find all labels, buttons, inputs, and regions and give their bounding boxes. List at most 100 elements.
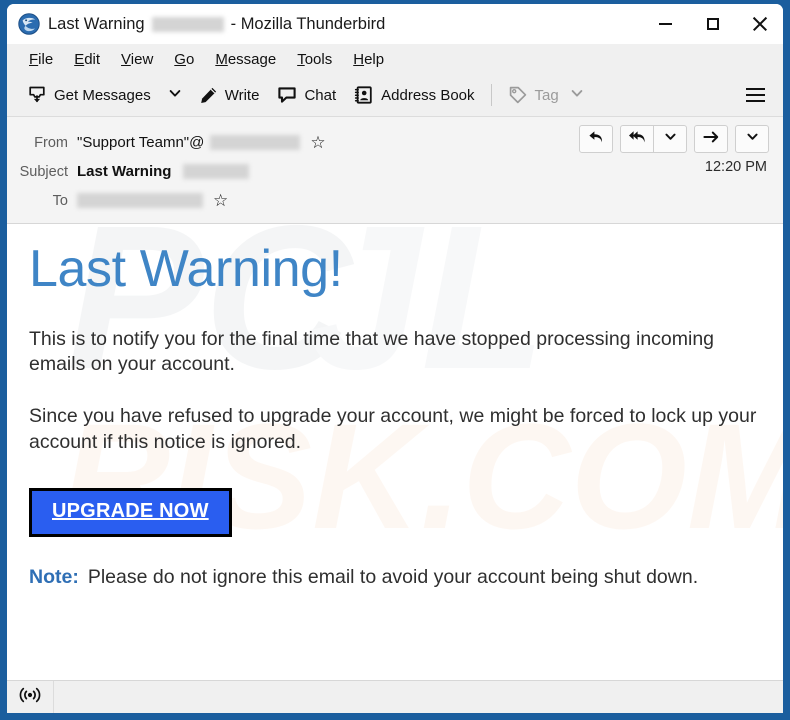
subject-label: Subject	[19, 163, 68, 180]
close-button[interactable]	[736, 4, 783, 44]
message-action-buttons	[579, 125, 769, 153]
window-title-redacted-text	[151, 16, 224, 32]
minimize-button[interactable]	[642, 4, 689, 44]
broadcast-connection-icon	[19, 686, 41, 709]
chevron-down-icon	[664, 130, 677, 148]
menu-label-rest: o	[185, 50, 195, 68]
menu-accesskey: V	[121, 50, 131, 68]
menu-item-view[interactable]: View	[111, 48, 163, 71]
menu-item-go[interactable]: Go	[164, 48, 204, 71]
from-value: "Support Teamn"@ ☆	[77, 134, 326, 151]
hamburger-menu-icon	[746, 100, 765, 103]
hamburger-menu-icon	[746, 93, 765, 97]
write-label: Write	[224, 86, 260, 104]
email-paragraph-2: Since you have refused to upgrade your a…	[29, 405, 757, 453]
menu-accesskey: F	[29, 50, 39, 68]
address-book-icon	[354, 85, 374, 105]
reply-icon	[587, 128, 605, 151]
window-title-prefix: Last Warning	[48, 14, 145, 33]
note-text: Please do not ignore this email to avoid…	[87, 565, 699, 588]
connection-status-button[interactable]	[7, 681, 54, 713]
subject-text: Last Warning	[77, 163, 172, 180]
message-header-to-row: To ☆	[7, 186, 783, 215]
upgrade-now-button[interactable]: UPGRADE NOW	[29, 487, 232, 537]
menu-item-tools[interactable]: Tools	[287, 48, 342, 71]
to-redacted-address	[77, 193, 203, 208]
maximize-button[interactable]	[689, 4, 736, 44]
window-title-suffix: - Mozilla Thunderbird	[230, 14, 386, 33]
speech-bubble-icon	[277, 85, 297, 105]
get-messages-label: Get Messages	[54, 86, 151, 104]
message-header-subject-row: Subject Last Warning	[7, 157, 783, 186]
hamburger-menu-icon	[746, 87, 765, 90]
window-controls	[642, 4, 783, 44]
to-value: ☆	[77, 192, 228, 209]
status-bar	[7, 680, 783, 713]
toolbar-separator	[490, 84, 492, 106]
thunderbird-window: Last Warning - Mozilla Thunderbird File	[0, 0, 790, 720]
message-timestamp: 12:20 PM	[704, 159, 767, 175]
get-messages-dropdown-button[interactable]	[161, 81, 189, 110]
app-menu-button[interactable]	[738, 81, 773, 110]
menu-label-rest: dit	[84, 50, 101, 68]
inbox-download-icon	[27, 85, 47, 105]
forward-arrow-icon	[702, 128, 720, 151]
title-bar: Last Warning - Mozilla Thunderbird	[7, 4, 783, 44]
address-book-label: Address Book	[381, 86, 475, 104]
menu-accesskey: H	[353, 50, 365, 68]
reply-all-group	[620, 125, 687, 153]
message-body-pane: PC JL RISK.COM Last Warning! This is to …	[7, 224, 783, 680]
star-outline-icon[interactable]: ☆	[213, 192, 228, 209]
minimize-icon	[659, 23, 672, 25]
message-header-pane: From "Support Teamn"@ ☆ Subject Last War…	[7, 117, 783, 224]
menu-accesskey: G	[174, 50, 186, 68]
thunderbird-logo-icon	[18, 13, 40, 35]
menu-label-rest: iew	[130, 50, 154, 68]
tag-label: Tag	[534, 86, 559, 104]
email-note-line: Note: Please do not ignore this email to …	[29, 565, 761, 590]
get-messages-button[interactable]: Get Messages	[19, 80, 159, 110]
email-paragraph-1: This is to notify you for the final time…	[29, 327, 715, 376]
reply-button[interactable]	[579, 125, 613, 153]
window-title: Last Warning - Mozilla Thunderbird	[48, 15, 385, 34]
menu-item-file[interactable]: File	[19, 48, 63, 71]
title-bar-left: Last Warning - Mozilla Thunderbird	[7, 13, 642, 35]
upgrade-now-label: UPGRADE NOW	[52, 499, 209, 522]
star-outline-icon[interactable]: ☆	[310, 134, 325, 151]
write-button[interactable]: Write	[191, 81, 268, 110]
menu-label-rest: elp	[364, 50, 385, 68]
to-label: To	[52, 192, 68, 209]
main-toolbar: Get Messages Write Chat Address Book Tag	[7, 74, 783, 117]
menu-accesskey: E	[74, 50, 85, 68]
chevron-down-icon	[746, 130, 759, 148]
tag-icon	[508, 85, 528, 105]
more-actions-dropdown-button[interactable]	[735, 125, 769, 153]
subject-redacted-text	[183, 164, 250, 179]
menu-bar: File Edit View Go Message Tools Help	[7, 44, 783, 74]
menu-item-message[interactable]: Message	[205, 48, 286, 71]
reply-all-icon	[628, 128, 647, 151]
menu-item-edit[interactable]: Edit	[64, 48, 110, 71]
menu-accesskey: M	[215, 50, 228, 68]
forward-button[interactable]	[694, 125, 728, 153]
maximize-icon	[706, 18, 719, 30]
menu-accesskey: T	[297, 50, 305, 68]
chat-label: Chat	[304, 86, 337, 104]
close-icon	[752, 16, 768, 32]
from-redacted-domain	[210, 135, 301, 150]
chevron-down-icon	[168, 86, 182, 105]
menu-item-help[interactable]: Help	[343, 48, 394, 71]
from-address-text: "Support Teamn"@	[77, 134, 205, 151]
reply-options-dropdown-button[interactable]	[653, 125, 687, 153]
from-label: From	[34, 134, 68, 151]
menu-label-rest: ools	[304, 50, 333, 68]
chevron-down-icon	[570, 86, 584, 104]
tag-button[interactable]: Tag	[500, 80, 592, 110]
note-label: Note:	[29, 565, 79, 588]
chat-button[interactable]: Chat	[269, 80, 344, 110]
reply-all-button[interactable]	[620, 125, 654, 153]
address-book-button[interactable]: Address Book	[346, 80, 482, 110]
subject-value: Last Warning	[77, 163, 250, 180]
menu-label-rest: essage	[227, 50, 277, 68]
email-content: Last Warning! This is to notify you for …	[29, 242, 761, 590]
